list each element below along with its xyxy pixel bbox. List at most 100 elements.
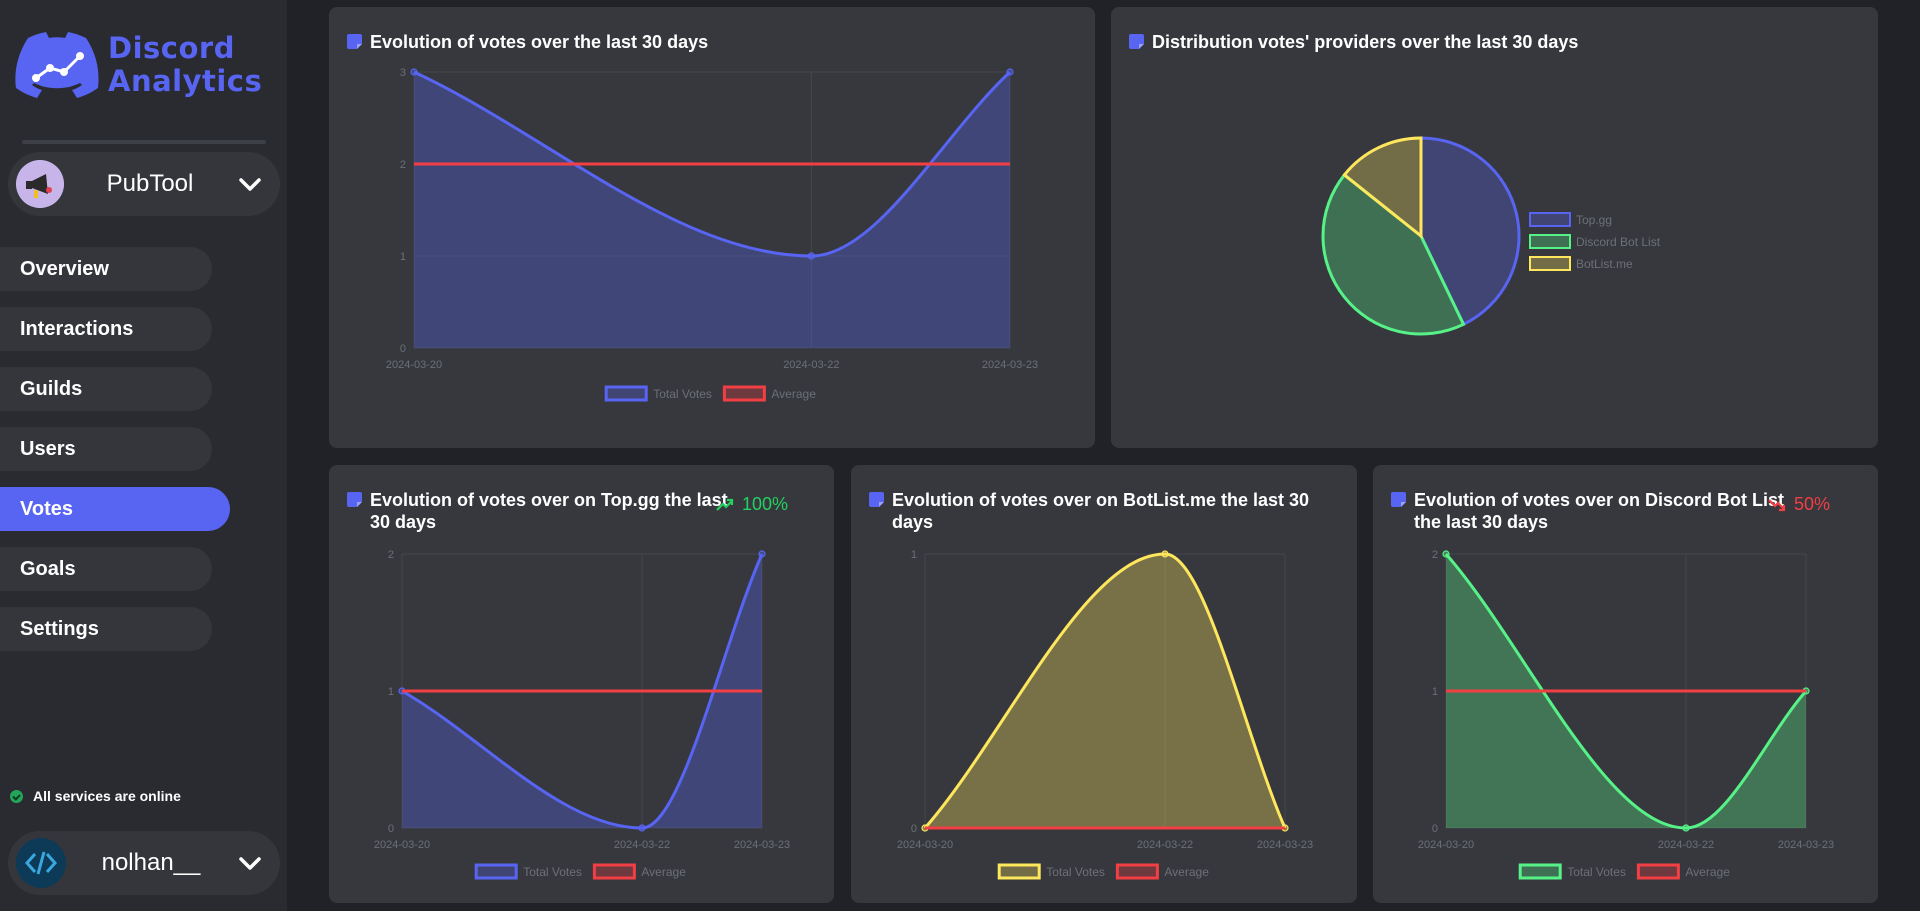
legend-swatch bbox=[1529, 256, 1571, 271]
app-logo[interactable]: Discord Analytics bbox=[14, 30, 262, 100]
y-tick-label: 2 bbox=[1432, 549, 1438, 561]
legend-swatch bbox=[1518, 863, 1562, 880]
data-point bbox=[807, 252, 815, 260]
x-tick-label: 2024-03-22 bbox=[1658, 839, 1714, 851]
legend-label: Top.gg bbox=[1576, 213, 1612, 227]
botlist-line-chart[interactable]: 0 1 2024-03-20 2024-03-22 2024-03-23 Total Vo… bbox=[851, 465, 1357, 903]
card-votes-total: Evolution of votes over the last 30 days… bbox=[329, 7, 1095, 448]
app-title-line1: Discord bbox=[108, 31, 235, 65]
series-area bbox=[925, 554, 1285, 828]
x-tick-label: 2024-03-23 bbox=[734, 839, 790, 851]
legend-swatch bbox=[1636, 863, 1680, 880]
legend-label: Average bbox=[771, 387, 816, 401]
y-tick-label: 3 bbox=[400, 67, 406, 79]
x-tick-label: 2024-03-20 bbox=[374, 839, 430, 851]
sidebar-divider bbox=[22, 140, 266, 144]
legend-label: Total Votes bbox=[1046, 865, 1105, 879]
x-tick-label: 2024-03-23 bbox=[982, 359, 1038, 371]
sidebar-item-goals[interactable]: Goals bbox=[0, 547, 212, 591]
data-point bbox=[410, 68, 418, 76]
y-tick-label: 2 bbox=[400, 159, 406, 171]
votes-line-chart[interactable]: 0 1 2 3 2024-03-20 2024-03-22 2024-03-23 Total … bbox=[329, 7, 1095, 448]
user-menu[interactable]: nolhan__ bbox=[8, 831, 280, 895]
avatar bbox=[16, 838, 66, 888]
app-title-line2: Analytics bbox=[108, 64, 263, 98]
legend-swatch bbox=[1115, 863, 1159, 880]
y-tick-label: 1 bbox=[1432, 686, 1438, 698]
sidebar-item-label: Settings bbox=[20, 617, 99, 640]
sidebar: Discord Analytics PubTool Overview Inter… bbox=[0, 0, 287, 911]
card-topgg: Evolution of votes over on Top.gg the la… bbox=[329, 465, 834, 903]
legend-label: Total Votes bbox=[1567, 865, 1626, 879]
data-point bbox=[1442, 550, 1450, 558]
status-ok-icon bbox=[10, 789, 23, 803]
y-tick-label: 1 bbox=[400, 251, 406, 263]
data-point bbox=[1006, 68, 1014, 76]
sidebar-item-label: Overview bbox=[20, 257, 109, 280]
y-tick-label: 0 bbox=[911, 823, 917, 835]
legend-label: Discord Bot List bbox=[1576, 235, 1661, 249]
legend-label: BotList.me bbox=[1576, 257, 1633, 271]
x-tick-label: 2024-03-23 bbox=[1257, 839, 1313, 851]
legend-swatch bbox=[1529, 234, 1571, 249]
legend-label: Average bbox=[1164, 865, 1209, 879]
chevron-down-icon[interactable] bbox=[236, 170, 264, 198]
card-dbl: Evolution of votes over on Discord Bot L… bbox=[1373, 465, 1878, 903]
data-point bbox=[1161, 550, 1169, 558]
sidebar-item-votes[interactable]: Votes bbox=[0, 487, 230, 531]
y-tick-label: 2 bbox=[388, 549, 394, 561]
y-tick-label: 1 bbox=[911, 549, 917, 561]
data-point bbox=[758, 550, 766, 558]
x-tick-label: 2024-03-20 bbox=[386, 359, 442, 371]
bot-avatar bbox=[16, 160, 64, 208]
legend-label: Average bbox=[1685, 865, 1730, 879]
legend-swatch bbox=[592, 863, 636, 880]
x-tick-label: 2024-03-22 bbox=[614, 839, 670, 851]
sidebar-item-label: Guilds bbox=[20, 377, 83, 400]
status-text: All services are online bbox=[33, 788, 181, 804]
sidebar-item-label: Users bbox=[20, 437, 76, 460]
legend-label: Average bbox=[641, 865, 686, 879]
sidebar-item-label: Goals bbox=[20, 557, 76, 580]
y-tick-label: 0 bbox=[388, 823, 394, 835]
legend-label: Total Votes bbox=[523, 865, 582, 879]
x-tick-label: 2024-03-23 bbox=[1778, 839, 1834, 851]
bot-name: PubTool bbox=[106, 170, 194, 197]
legend-swatch bbox=[722, 385, 766, 402]
card-botlist: Evolution of votes over on BotList.me th… bbox=[851, 465, 1357, 903]
service-status[interactable]: All services are online bbox=[10, 788, 181, 804]
topgg-line-chart[interactable]: 0 1 2 2024-03-20 2024-03-22 2024-03-23 Total V… bbox=[329, 465, 834, 903]
y-tick-label: 0 bbox=[1432, 823, 1438, 835]
card-providers: Distribution votes' providers over the l… bbox=[1111, 7, 1878, 448]
bot-selector[interactable]: PubTool bbox=[8, 152, 280, 216]
y-tick-label: 1 bbox=[388, 686, 394, 698]
x-tick-label: 2024-03-20 bbox=[897, 839, 953, 851]
y-tick-label: 0 bbox=[400, 343, 406, 355]
code-logo-icon bbox=[24, 851, 58, 875]
sidebar-item-overview[interactable]: Overview bbox=[0, 247, 212, 291]
legend-swatch bbox=[1529, 212, 1571, 227]
legend-swatch bbox=[604, 385, 648, 402]
series-area bbox=[414, 72, 1010, 348]
chevron-down-icon[interactable] bbox=[236, 849, 264, 877]
megaphone-icon bbox=[16, 160, 64, 208]
x-tick-label: 2024-03-22 bbox=[783, 359, 839, 371]
sidebar-item-label: Votes bbox=[20, 497, 73, 520]
x-tick-label: 2024-03-22 bbox=[1137, 839, 1193, 851]
sidebar-item-settings[interactable]: Settings bbox=[0, 607, 212, 651]
sidebar-item-label: Interactions bbox=[20, 317, 134, 340]
providers-pie-chart[interactable]: Top.gg Discord Bot List BotList.me bbox=[1111, 7, 1878, 448]
legend-swatch bbox=[474, 863, 518, 880]
user-name: nolhan__ bbox=[101, 849, 201, 876]
sidebar-item-users[interactable]: Users bbox=[0, 427, 212, 471]
sidebar-item-interactions[interactable]: Interactions bbox=[0, 307, 212, 351]
app-title: Discord Analytics bbox=[108, 32, 262, 98]
dbl-line-chart[interactable]: 0 1 2 2024-03-20 2024-03-22 2024-03-23 Total V… bbox=[1373, 465, 1878, 903]
sidebar-item-guilds[interactable]: Guilds bbox=[0, 367, 212, 411]
data-point bbox=[638, 824, 646, 832]
data-point bbox=[1682, 824, 1690, 832]
legend-swatch bbox=[997, 863, 1041, 880]
sidebar-nav: Overview Interactions Guilds Users Votes… bbox=[0, 247, 230, 667]
legend-label: Total Votes bbox=[653, 387, 712, 401]
x-tick-label: 2024-03-20 bbox=[1418, 839, 1474, 851]
